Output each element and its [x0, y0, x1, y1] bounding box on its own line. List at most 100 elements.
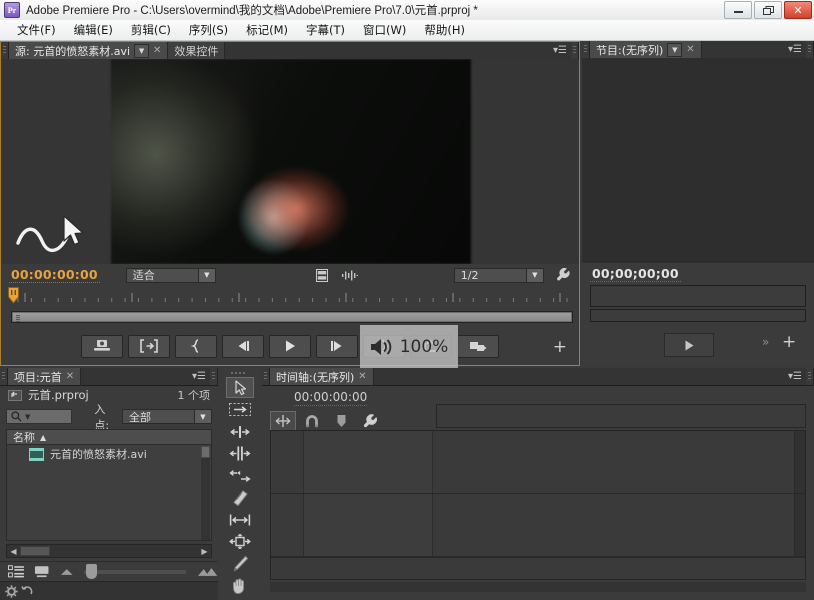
close-button[interactable]: ✕	[784, 1, 812, 19]
timeline-settings-button[interactable]	[357, 411, 383, 431]
panel-grip[interactable]	[0, 368, 8, 385]
mark-in-button[interactable]	[175, 334, 217, 358]
selection-tool[interactable]	[226, 377, 254, 398]
step-back-button[interactable]	[222, 334, 264, 358]
minimize-button[interactable]	[724, 1, 752, 19]
program-current-timecode[interactable]: 00;00;00;00	[590, 266, 681, 282]
menu-file[interactable]: 文件(F)	[8, 20, 65, 40]
close-icon[interactable]: ✕	[358, 371, 366, 382]
project-list-body[interactable]: 元首的愤怒素材.avi	[6, 445, 212, 541]
close-icon[interactable]: ✕	[153, 45, 161, 56]
tab-source-clip[interactable]: 源: 元首的愤怒素材.avi ▼ ✕	[9, 42, 169, 59]
source-scrubber[interactable]	[1, 286, 579, 308]
in-point-dropdown[interactable]: 全部 ▼	[122, 409, 212, 424]
timeline-audio-track[interactable]	[271, 494, 805, 557]
slide-tool[interactable]	[226, 531, 254, 552]
panel-grip[interactable]	[582, 41, 590, 58]
program-play-button[interactable]	[664, 333, 714, 357]
track-scroll-strip[interactable]	[794, 431, 805, 493]
slider-knob[interactable]	[86, 563, 98, 579]
zoom-out-icon[interactable]	[60, 567, 74, 576]
project-horizontal-scrollbar[interactable]: ◀ ▶	[6, 544, 212, 558]
source-video-stage[interactable]	[1, 59, 579, 264]
list-view-icon[interactable]	[8, 564, 24, 579]
timeline-ruler[interactable]	[436, 404, 806, 428]
source-current-timecode[interactable]: 00:00:00:00	[9, 267, 100, 283]
zoom-in-icon[interactable]	[197, 567, 218, 577]
fit-zoom-dropdown[interactable]: 适合 ▼	[125, 267, 216, 283]
timeline-master-track[interactable]	[271, 557, 805, 578]
menu-marker[interactable]: 标记(M)	[237, 20, 297, 40]
track-scroll-strip[interactable]	[794, 494, 805, 556]
panel-grip-right[interactable]	[806, 41, 814, 58]
panel-grip[interactable]	[1, 42, 9, 59]
search-input[interactable]: ▼	[6, 409, 73, 424]
panel-grip[interactable]	[262, 368, 270, 385]
add-marker-button[interactable]	[328, 411, 354, 431]
scroll-right-icon[interactable]: ▶	[198, 547, 211, 556]
settings-frame-button[interactable]	[315, 268, 328, 282]
icon-view-icon[interactable]	[34, 565, 49, 578]
track-content-area[interactable]	[433, 431, 794, 493]
chevron-down-icon[interactable]: ▼	[194, 410, 211, 423]
timeline-horizontal-scrollbar[interactable]	[270, 582, 806, 592]
chevron-down-icon[interactable]: ▼	[525, 268, 543, 282]
restore-button[interactable]	[754, 1, 782, 19]
sort-ascending-icon[interactable]: ▲	[40, 433, 46, 442]
tab-effect-controls[interactable]: 效果控件	[168, 42, 226, 59]
track-header-name[interactable]	[304, 494, 433, 556]
program-zoom-bar[interactable]	[590, 309, 806, 322]
source-zoom-bar[interactable]	[1, 308, 579, 326]
mark-in-out-button[interactable]	[128, 334, 170, 358]
track-header-controls[interactable]	[271, 494, 304, 556]
playback-resolution-dropdown[interactable]: 1/2 ▼	[453, 267, 544, 283]
chevron-down-icon[interactable]: ▼	[134, 43, 150, 58]
razor-tool[interactable]	[226, 487, 254, 508]
panel-grip-right[interactable]	[571, 42, 579, 59]
playhead-icon[interactable]	[8, 287, 19, 305]
program-more-button[interactable]: »	[762, 335, 769, 349]
tab-timeline[interactable]: 时间轴:(无序列) ✕	[270, 368, 374, 385]
chevron-down-icon[interactable]: ▼	[667, 42, 683, 57]
tools-panel-grip[interactable]	[220, 368, 260, 377]
gear-icon[interactable]	[5, 584, 18, 598]
source-zoom-thumb[interactable]	[12, 312, 572, 322]
source-add-button[interactable]: +	[553, 339, 567, 356]
project-hscroll-thumb[interactable]	[20, 546, 50, 556]
hand-tool[interactable]	[226, 575, 254, 596]
source-panel-menu-icon[interactable]: ▾☰	[549, 42, 571, 59]
project-list-header[interactable]: 名称 ▲	[6, 429, 212, 445]
track-select-tool[interactable]	[226, 399, 254, 420]
menu-clip[interactable]: 剪辑(C)	[122, 20, 180, 40]
export-frame-button[interactable]	[81, 334, 123, 358]
track-header-name[interactable]	[304, 431, 433, 493]
monitor-settings-button[interactable]	[556, 268, 570, 282]
linked-selection-toggle[interactable]	[299, 411, 325, 431]
parent-folder-icon[interactable]	[8, 389, 22, 402]
thumbnail-size-slider[interactable]	[83, 563, 187, 579]
program-scrubber[interactable]	[590, 285, 806, 307]
slip-tool[interactable]	[226, 509, 254, 530]
step-forward-button[interactable]	[316, 334, 358, 358]
close-icon[interactable]: ✕	[66, 371, 74, 382]
menu-window[interactable]: 窗口(W)	[354, 20, 415, 40]
menu-help[interactable]: 帮助(H)	[415, 20, 474, 40]
timeline-tracks-area[interactable]	[270, 430, 806, 580]
source-zoom-track[interactable]	[11, 311, 573, 323]
menu-sequence[interactable]: 序列(S)	[180, 20, 237, 40]
panel-grip-right[interactable]	[210, 368, 218, 385]
project-panel-menu-icon[interactable]: ▾☰	[188, 368, 210, 385]
project-vertical-scrollbar[interactable]	[201, 446, 210, 540]
pen-tool[interactable]	[226, 553, 254, 574]
rate-stretch-tool[interactable]	[226, 465, 254, 486]
timeline-panel-menu-icon[interactable]: ▾☰	[784, 368, 806, 385]
menu-edit[interactable]: 编辑(E)	[65, 20, 122, 40]
chevron-down-icon[interactable]: ▼	[197, 268, 215, 282]
rolling-edit-tool[interactable]	[226, 443, 254, 464]
search-caret-icon[interactable]: ▼	[25, 413, 30, 421]
timeline-current-timecode[interactable]: 00:00:00:00	[294, 390, 368, 406]
timeline-video-track[interactable]	[271, 431, 805, 494]
drag-audio-video-button[interactable]	[341, 270, 358, 281]
play-button[interactable]	[269, 334, 311, 358]
project-vscroll-thumb[interactable]	[201, 446, 210, 458]
